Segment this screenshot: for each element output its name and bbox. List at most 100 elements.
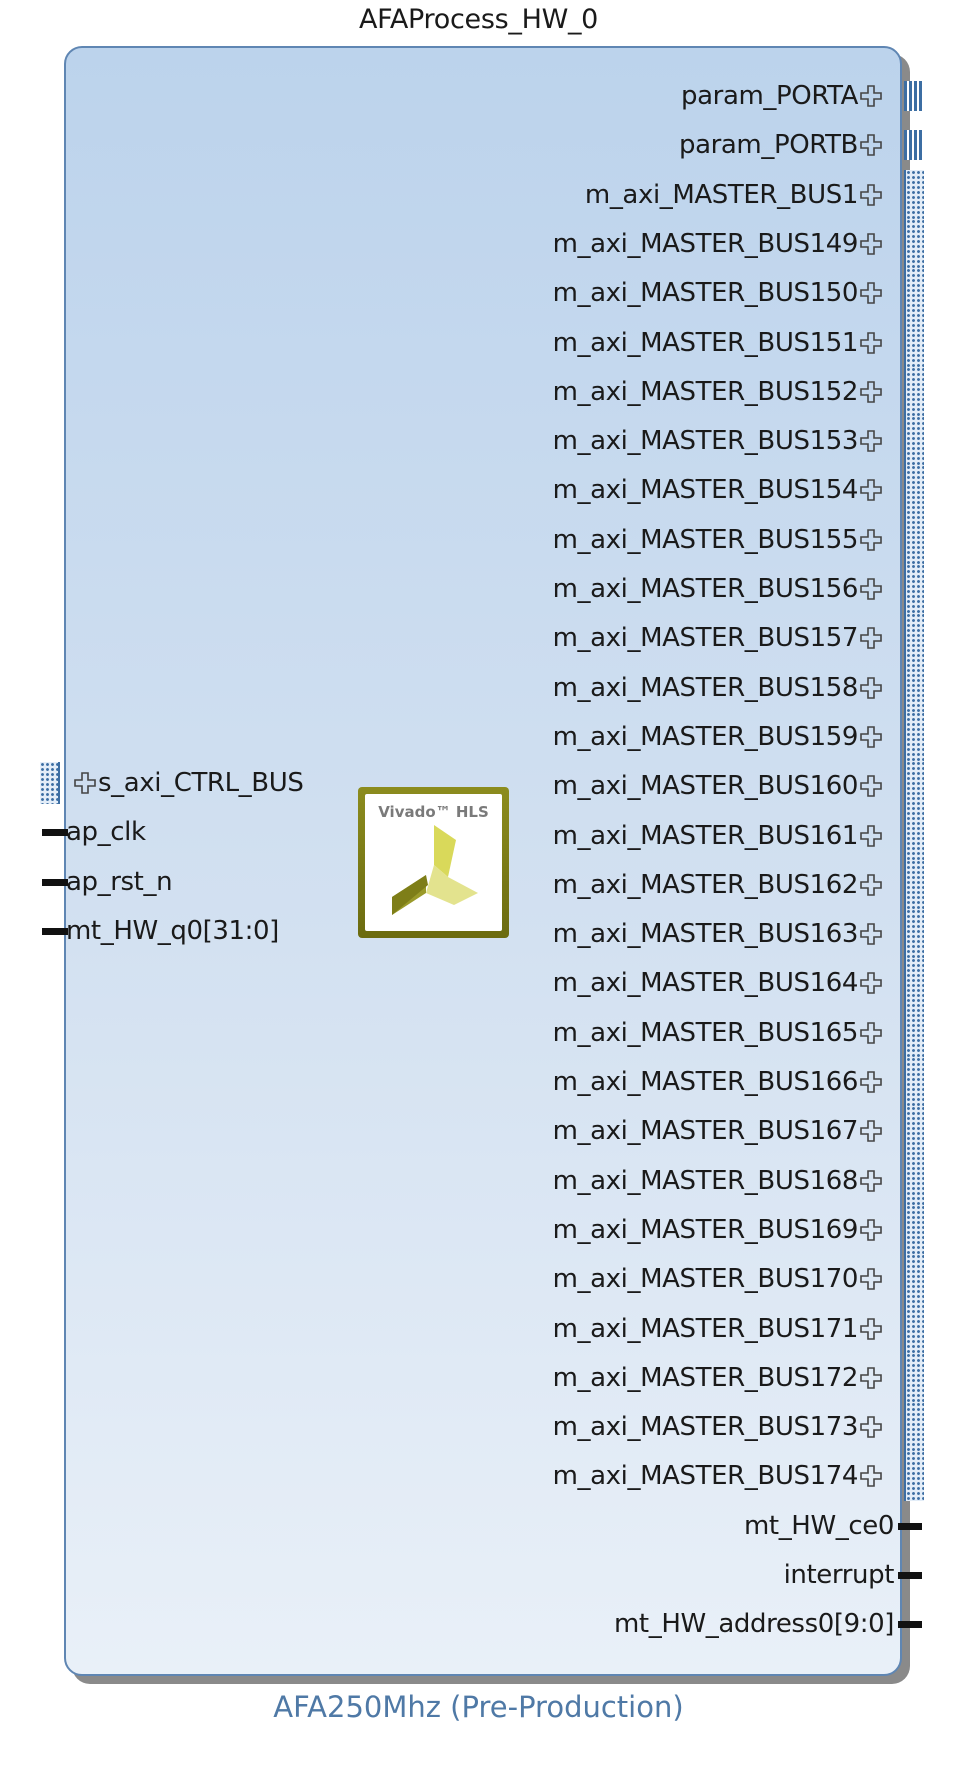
expand-plus-icon[interactable]	[858, 1463, 884, 1489]
expand-plus-icon[interactable]	[858, 379, 884, 405]
expand-plus-icon[interactable]	[858, 576, 884, 602]
bus-pin[interactable]	[904, 130, 924, 161]
bus-pin[interactable]	[904, 1352, 924, 1403]
bus-pin[interactable]	[904, 564, 924, 614]
right-bus-port[interactable]: m_axi_MASTER_BUS154	[264, 466, 884, 514]
bus-pin[interactable]	[904, 1204, 924, 1255]
bus-pin[interactable]	[904, 1402, 924, 1453]
right-bus-port[interactable]: m_axi_MASTER_BUS156	[264, 565, 884, 613]
bus-pin[interactable]	[904, 465, 924, 516]
right-bus-port[interactable]: m_axi_MASTER_BUS149	[264, 220, 884, 268]
signal-pin[interactable]	[42, 878, 68, 886]
expand-plus-icon[interactable]	[858, 231, 884, 257]
right-bus-port[interactable]: m_axi_MASTER_BUS166	[264, 1058, 884, 1106]
bus-pin[interactable]	[904, 859, 924, 910]
bus-pin[interactable]	[904, 1254, 924, 1305]
expand-plus-icon[interactable]	[858, 1365, 884, 1391]
expand-plus-icon[interactable]	[858, 872, 884, 898]
expand-plus-icon[interactable]	[858, 1020, 884, 1046]
bus-pin[interactable]	[904, 268, 924, 319]
right-bus-port[interactable]: m_axi_MASTER_BUS171	[264, 1305, 884, 1353]
right-bus-port[interactable]: m_axi_MASTER_BUS169	[264, 1206, 884, 1254]
expand-plus-icon[interactable]	[858, 527, 884, 553]
expand-plus-icon[interactable]	[858, 625, 884, 651]
right-bus-port[interactable]: m_axi_MASTER_BUS1	[264, 171, 884, 219]
signal-pin[interactable]	[898, 1522, 922, 1530]
expand-plus-icon[interactable]	[858, 724, 884, 750]
right-bus-port[interactable]: m_axi_MASTER_BUS168	[264, 1157, 884, 1205]
right-bus-port[interactable]: m_axi_MASTER_BUS159	[264, 713, 884, 761]
expand-plus-icon[interactable]	[858, 970, 884, 996]
right-bus-port[interactable]: m_axi_MASTER_BUS164	[264, 959, 884, 1007]
bus-pin[interactable]	[904, 958, 924, 1009]
signal-pin[interactable]	[898, 1572, 922, 1579]
bus-pin[interactable]	[904, 1155, 924, 1206]
bus-pin[interactable]	[904, 662, 924, 713]
bus-pin[interactable]	[904, 613, 924, 664]
expand-plus-icon[interactable]	[858, 1316, 884, 1342]
expand-plus-icon[interactable]	[858, 83, 884, 109]
bus-pin[interactable]	[904, 909, 924, 960]
signal-pin[interactable]	[42, 829, 68, 837]
bus-pin[interactable]	[904, 514, 924, 565]
signal-pin[interactable]	[42, 927, 68, 935]
bus-pin[interactable]	[904, 317, 924, 368]
expand-plus-icon[interactable]	[858, 428, 884, 454]
bus-pin[interactable]	[904, 1106, 924, 1157]
right-signal-port[interactable]: mt_HW_address0[9:0]	[264, 1600, 894, 1648]
bus-pin[interactable]	[904, 81, 924, 111]
left-signal-port[interactable]: ap_clk	[66, 808, 366, 856]
bus-pin[interactable]	[904, 1451, 924, 1502]
right-bus-port[interactable]: param_PORTA	[264, 72, 884, 120]
right-bus-port[interactable]: m_axi_MASTER_BUS158	[264, 664, 884, 712]
right-bus-port[interactable]: m_axi_MASTER_BUS152	[264, 368, 884, 416]
expand-plus-icon[interactable]	[858, 921, 884, 947]
signal-pin[interactable]	[898, 1621, 922, 1629]
bus-pin[interactable]	[904, 810, 924, 861]
expand-plus-icon[interactable]	[858, 1168, 884, 1194]
bus-pin[interactable]	[904, 761, 924, 812]
right-bus-port[interactable]: m_axi_MASTER_BUS170	[264, 1255, 884, 1303]
right-bus-port[interactable]: m_axi_MASTER_BUS151	[264, 319, 884, 367]
expand-plus-icon[interactable]	[858, 1118, 884, 1144]
bus-pin[interactable]	[904, 169, 924, 220]
bus-pin[interactable]	[904, 416, 924, 467]
right-bus-port[interactable]: m_axi_MASTER_BUS155	[264, 516, 884, 564]
right-bus-port[interactable]: m_axi_MASTER_BUS165	[264, 1009, 884, 1057]
expand-plus-icon[interactable]	[858, 182, 884, 208]
right-bus-port[interactable]: m_axi_MASTER_BUS174	[264, 1452, 884, 1500]
expand-plus-icon[interactable]	[858, 773, 884, 799]
bus-pin[interactable]	[904, 1007, 924, 1058]
bus-pin[interactable]	[904, 1057, 924, 1107]
left-signal-port[interactable]: ap_rst_n	[66, 858, 366, 906]
expand-plus-icon[interactable]	[858, 1414, 884, 1440]
right-bus-port[interactable]: m_axi_MASTER_BUS173	[264, 1403, 884, 1451]
port-label: m_axi_MASTER_BUS166	[552, 1067, 859, 1097]
right-signal-port[interactable]: mt_HW_ce0	[264, 1502, 894, 1550]
right-bus-port[interactable]: m_axi_MASTER_BUS167	[264, 1107, 884, 1155]
right-signal-port[interactable]: interrupt	[264, 1551, 895, 1599]
expand-plus-icon[interactable]	[858, 330, 884, 356]
expand-plus-icon[interactable]	[858, 675, 884, 701]
expand-plus-icon[interactable]	[858, 1069, 884, 1095]
right-bus-port[interactable]: m_axi_MASTER_BUS172	[264, 1354, 884, 1402]
expand-plus-icon[interactable]	[858, 280, 884, 306]
left-signal-port[interactable]: mt_HW_q0[31:0]	[66, 907, 366, 955]
right-bus-port[interactable]: m_axi_MASTER_BUS150	[264, 269, 884, 317]
bus-pin[interactable]	[904, 366, 924, 417]
bus-pin[interactable]	[40, 762, 60, 804]
bus-pin[interactable]	[904, 218, 924, 269]
expand-plus-icon[interactable]	[858, 477, 884, 503]
expand-plus-icon[interactable]	[858, 823, 884, 849]
right-bus-port[interactable]: m_axi_MASTER_BUS153	[264, 417, 884, 465]
expand-plus-icon[interactable]	[72, 770, 98, 796]
bus-pin[interactable]	[904, 711, 924, 762]
port-label: param_PORTB	[678, 130, 858, 161]
right-bus-port[interactable]: param_PORTB	[264, 121, 884, 169]
expand-plus-icon[interactable]	[858, 132, 884, 158]
left-bus-port[interactable]: s_axi_CTRL_BUS	[72, 759, 372, 807]
expand-plus-icon[interactable]	[858, 1217, 884, 1243]
bus-pin[interactable]	[904, 1303, 924, 1354]
right-bus-port[interactable]: m_axi_MASTER_BUS157	[264, 614, 884, 662]
expand-plus-icon[interactable]	[858, 1266, 884, 1292]
